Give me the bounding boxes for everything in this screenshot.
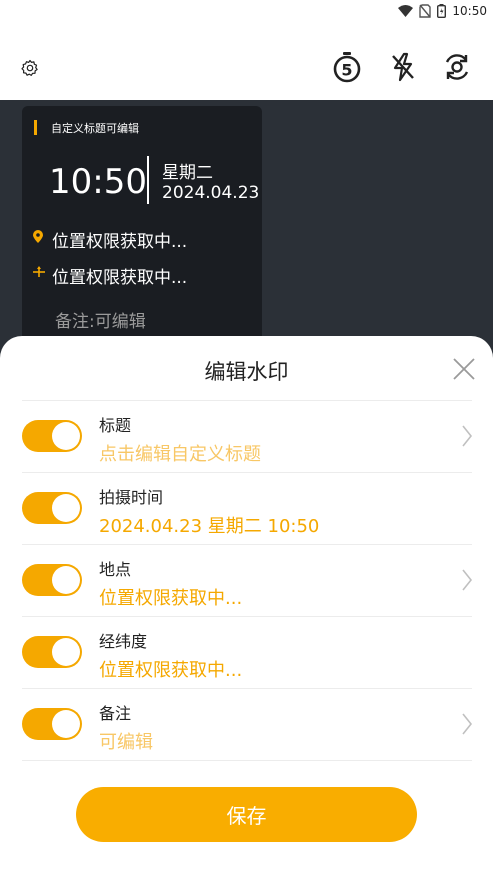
- field-label: 经纬度: [99, 632, 148, 651]
- watermark-field-coordinates[interactable]: 经纬度 位置权限获取中...: [0, 616, 493, 688]
- switch-camera-button[interactable]: [441, 50, 473, 84]
- toggle-knob: [52, 422, 80, 450]
- toggle-knob: [52, 494, 80, 522]
- field-label: 拍摄时间: [99, 488, 164, 507]
- capture-time-toggle[interactable]: [22, 492, 82, 524]
- watermark-field-note[interactable]: 备注 可编辑: [0, 688, 493, 760]
- watermark-title: 自定义标题可编辑: [51, 122, 139, 135]
- toggle-knob: [52, 710, 80, 738]
- watermark-field-capture-time[interactable]: 拍摄时间 2024.04.23 星期二 10:50: [0, 472, 493, 544]
- note-toggle[interactable]: [22, 708, 82, 740]
- gear-icon: [21, 59, 38, 76]
- sheet-title: 编辑水印: [204, 360, 289, 384]
- field-label: 地点: [99, 560, 132, 579]
- chevron-right-icon: [462, 713, 473, 735]
- watermark-weekday: 星期二: [162, 163, 213, 183]
- watermark-field-location[interactable]: 地点 位置权限获取中...: [0, 544, 493, 616]
- battery-icon: [437, 4, 447, 18]
- location-toggle[interactable]: [22, 564, 82, 596]
- chevron-right-icon: [462, 425, 473, 447]
- chevron-right-icon: [462, 569, 473, 591]
- toggle-knob: [52, 638, 80, 666]
- field-value: 可编辑: [99, 732, 153, 753]
- title-toggle[interactable]: [22, 420, 82, 452]
- save-button[interactable]: 保存: [76, 787, 417, 842]
- camera-toolbar: 5: [0, 22, 493, 100]
- watermark-location: 位置权限获取中...: [52, 232, 188, 252]
- status-bar: 10:50: [0, 0, 493, 22]
- watermark-divider: [147, 156, 149, 204]
- field-label: 标题: [99, 416, 132, 435]
- location-pin-icon: [33, 230, 43, 243]
- watermark-date: 2024.04.23: [162, 183, 260, 203]
- wifi-icon: [398, 5, 414, 17]
- camera-switch-icon: [445, 54, 469, 80]
- timer-button[interactable]: 5: [331, 50, 363, 84]
- flash-button[interactable]: [388, 50, 418, 84]
- watermark-note: 备注:可编辑: [55, 312, 146, 332]
- watermark-time: 10:50: [49, 162, 147, 202]
- settings-button[interactable]: [18, 56, 42, 80]
- watermark-coordinates: 位置权限获取中...: [52, 268, 188, 288]
- watermark-field-title[interactable]: 标题 点击编辑自定义标题: [0, 400, 493, 472]
- field-value: 点击编辑自定义标题: [99, 444, 261, 465]
- watermark-accent-bar: [34, 120, 37, 135]
- divider: [22, 760, 472, 761]
- no-sim-icon: [419, 4, 432, 18]
- watermark-preview[interactable]: 自定义标题可编辑 10:50 星期二 2024.04.23 位置权限获取中...…: [22, 106, 262, 356]
- timer-5s-icon: 5: [333, 52, 361, 83]
- status-time: 10:50: [452, 4, 487, 18]
- field-value: 位置权限获取中...: [99, 588, 243, 609]
- field-value: 2024.04.23 星期二 10:50: [99, 516, 320, 537]
- status-icons: 10:50: [398, 2, 487, 20]
- svg-text:5: 5: [341, 61, 352, 80]
- field-label: 备注: [99, 704, 132, 723]
- field-value: 位置权限获取中...: [99, 660, 243, 681]
- coordinates-icon: [33, 266, 45, 277]
- toggle-knob: [52, 566, 80, 594]
- coordinates-toggle[interactable]: [22, 636, 82, 668]
- flash-off-icon: [392, 52, 414, 82]
- close-icon[interactable]: [449, 354, 479, 384]
